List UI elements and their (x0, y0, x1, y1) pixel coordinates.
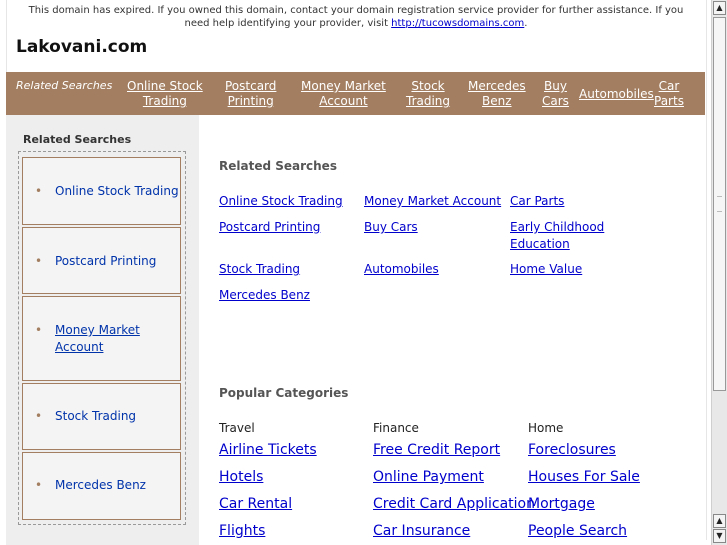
nav-item-line1: Stock (411, 79, 445, 93)
main-content: Related Searches Online Stock Trading Mo… (199, 115, 705, 545)
sidebar-item-online-stock-trading[interactable]: • Online Stock Trading (22, 157, 181, 225)
nav-item-line1: Postcard (225, 79, 277, 93)
nav-item-line1: Automobiles (579, 87, 654, 101)
nav-item-line1: Car (658, 79, 680, 93)
bullet-icon: • (35, 184, 43, 198)
nav-item-money-market-account[interactable]: Money Market Account (301, 79, 386, 109)
related-link-postcard-printing[interactable]: Postcard Printing (219, 219, 320, 236)
nav-item-car-parts[interactable]: Car Parts (654, 79, 684, 109)
category-link-houses-for-sale[interactable]: Houses For Sale (528, 469, 640, 485)
category-link-hotels[interactable]: Hotels (219, 469, 263, 485)
related-link-early-childhood-education[interactable]: Early Childhood Education (510, 219, 620, 253)
related-link-stock-trading[interactable]: Stock Trading (219, 261, 300, 278)
related-link-buy-cars[interactable]: Buy Cars (364, 219, 418, 236)
scroll-up-button-lower[interactable]: ▲ (713, 514, 726, 528)
nav-item-line1: Mercedes (468, 79, 526, 93)
related-link-automobiles[interactable]: Automobiles (364, 261, 439, 278)
bullet-icon: • (35, 254, 43, 268)
popular-categories-title: Popular Categories (219, 386, 349, 400)
sidebar-item-label: Postcard Printing (55, 254, 157, 268)
nav-item-automobiles[interactable]: Automobiles (579, 87, 654, 102)
related-searches-title: Related Searches (219, 159, 337, 173)
category-heading-finance: Finance (373, 421, 419, 435)
browser-viewport: This domain has expired. If you owned th… (0, 0, 727, 545)
nav-label: Related Searches (16, 79, 113, 92)
category-link-car-insurance[interactable]: Car Insurance (373, 523, 470, 539)
nav-item-buy-cars[interactable]: Buy Cars (542, 79, 569, 109)
bullet-icon: • (35, 323, 43, 337)
scroll-up-button[interactable]: ▲ (713, 1, 726, 15)
related-link-mercedes-benz[interactable]: Mercedes Benz (219, 287, 310, 304)
related-link-money-market-account[interactable]: Money Market Account (364, 193, 501, 210)
expired-notice-end: . (524, 18, 528, 29)
category-link-credit-card-application[interactable]: Credit Card Application (373, 496, 535, 512)
category-link-people-search[interactable]: People Search (528, 523, 627, 539)
nav-item-line1: Online Stock (127, 79, 203, 93)
category-link-foreclosures[interactable]: Foreclosures (528, 442, 616, 458)
sidebar-title: Related Searches (23, 133, 132, 146)
nav-item-online-stock-trading[interactable]: Online Stock Trading (127, 79, 203, 109)
nav-item-line2: Benz (482, 94, 512, 108)
category-link-car-rental[interactable]: Car Rental (219, 496, 292, 512)
category-link-free-credit-report[interactable]: Free Credit Report (373, 442, 500, 458)
sidebar-item-stock-trading[interactable]: • Stock Trading (22, 383, 181, 450)
nav-item-line2: Trading (406, 94, 451, 108)
page: This domain has expired. If you owned th… (0, 0, 711, 545)
category-link-online-payment[interactable]: Online Payment (373, 469, 484, 485)
bullet-icon: • (35, 478, 43, 492)
nav-item-line1: Money Market (301, 79, 386, 93)
site-title: Lakovani.com (16, 37, 148, 57)
sidebar-item-label: Stock Trading (55, 409, 137, 423)
sidebar-item-label: Money Market Account (55, 323, 140, 354)
sidebar-item-postcard-printing[interactable]: • Postcard Printing (22, 227, 181, 294)
grip-icon (717, 196, 722, 212)
vertical-scrollbar[interactable]: ▲ ▲ ▼ (711, 0, 727, 545)
nav-item-line2: Account (319, 94, 368, 108)
category-link-flights[interactable]: Flights (219, 523, 265, 539)
nav-item-line1: Buy (543, 79, 567, 93)
sidebar-item-mercedes-benz[interactable]: • Mercedes Benz (22, 452, 181, 520)
nav-item-line2: Parts (654, 94, 684, 108)
arrow-down-icon: ▼ (716, 531, 723, 540)
category-heading-home: Home (528, 421, 564, 435)
nav-item-stock-trading[interactable]: Stock Trading (406, 79, 450, 109)
related-link-home-value[interactable]: Home Value (510, 261, 582, 278)
category-heading-travel: Travel (219, 421, 255, 435)
bullet-icon: • (35, 409, 43, 423)
top-nav-bar: Related Searches Online Stock Trading Po… (6, 72, 705, 115)
nav-item-line2: Cars (542, 94, 569, 108)
nav-item-mercedes-benz[interactable]: Mercedes Benz (468, 79, 526, 109)
nav-item-line2: Printing (227, 94, 274, 108)
arrow-up-icon: ▲ (716, 516, 723, 525)
expired-notice-text: This domain has expired. If you owned th… (28, 5, 684, 29)
arrow-up-icon: ▲ (716, 3, 723, 12)
related-link-car-parts[interactable]: Car Parts (510, 193, 564, 210)
nav-item-line2: Trading (142, 94, 187, 108)
nav-item-postcard-printing[interactable]: Postcard Printing (225, 79, 276, 109)
scrollbar-thumb[interactable] (713, 17, 726, 391)
category-link-mortgage[interactable]: Mortgage (528, 496, 595, 512)
expired-notice: This domain has expired. If you owned th… (16, 4, 696, 30)
tucows-link[interactable]: http://tucowsdomains.com (391, 18, 524, 29)
category-link-airline-tickets[interactable]: Airline Tickets (219, 442, 317, 458)
sidebar-item-label: Online Stock Trading (55, 184, 179, 198)
scroll-down-button[interactable]: ▼ (713, 529, 726, 543)
sidebar: Related Searches • Online Stock Trading … (6, 115, 199, 545)
sidebar-item-label: Mercedes Benz (55, 478, 146, 492)
sidebar-item-money-market-account[interactable]: • Money Market Account (22, 296, 181, 381)
related-link-online-stock-trading[interactable]: Online Stock Trading (219, 193, 343, 210)
